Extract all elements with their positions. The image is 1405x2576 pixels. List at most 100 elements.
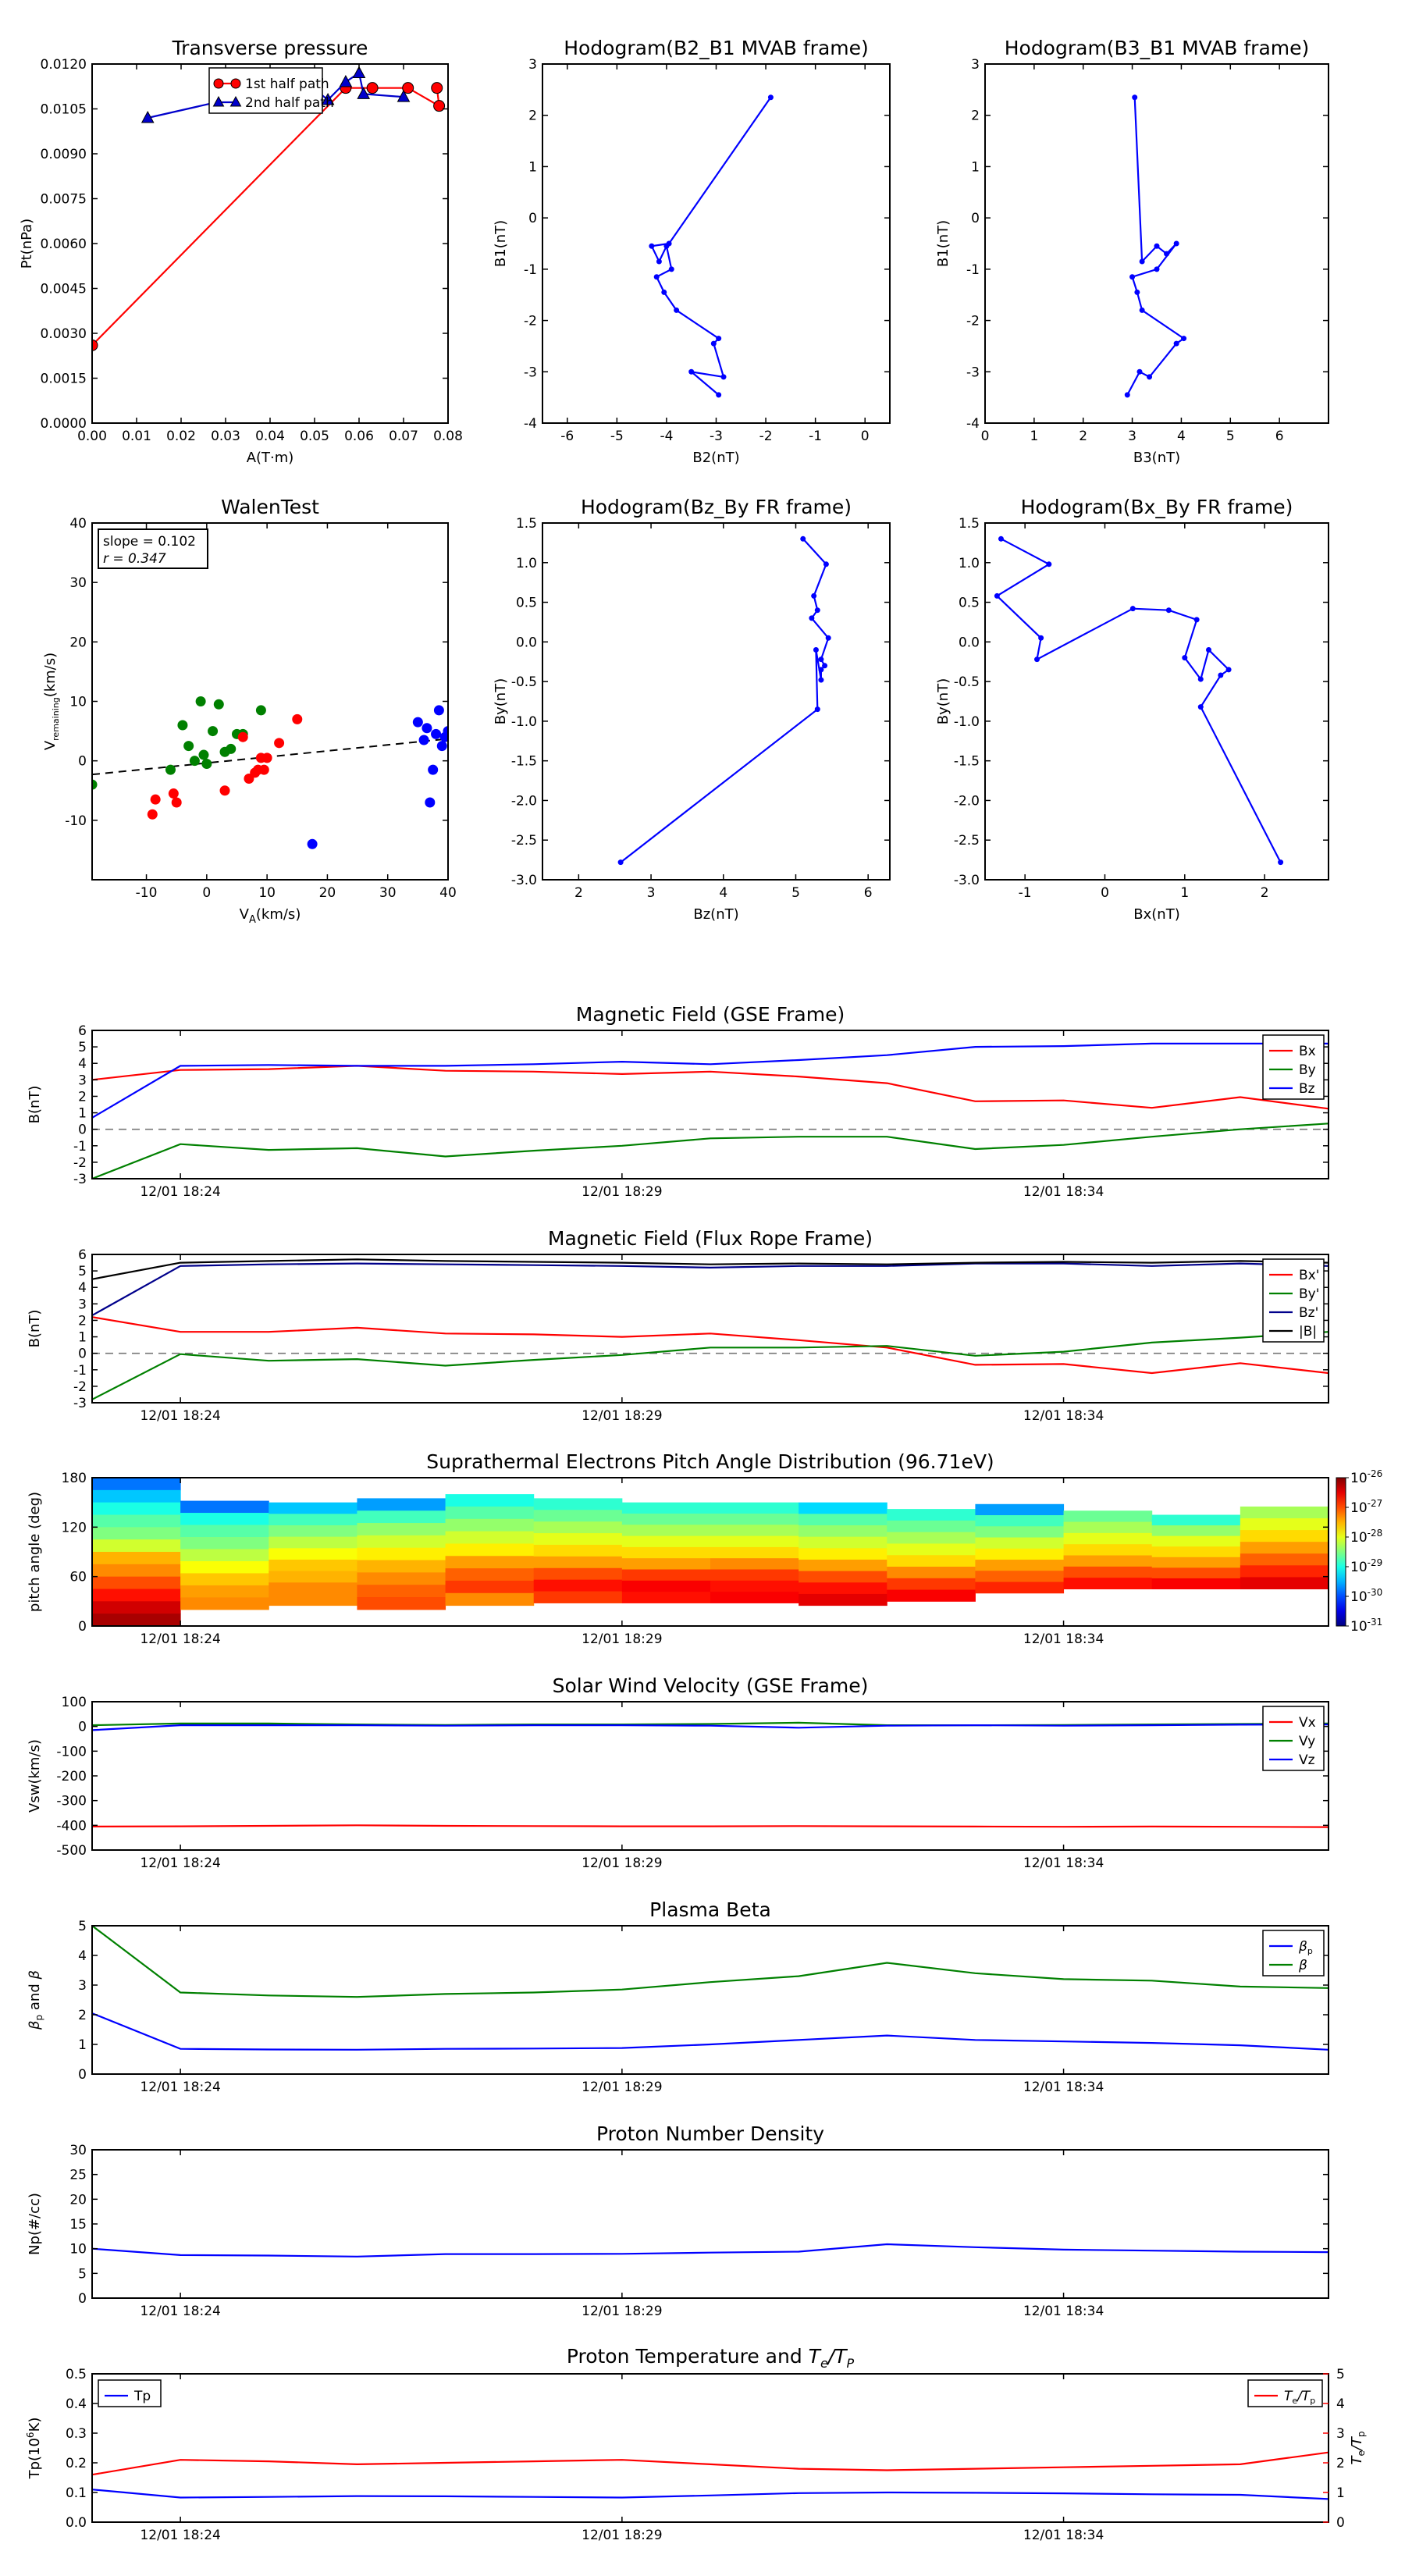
x-axis-label: VA(km/s) (240, 906, 301, 926)
x-tick-label: -4 (660, 429, 673, 444)
chart-title: WalenTest (221, 496, 319, 518)
y-axis-label: B(nT) (27, 1310, 43, 1348)
x-tick-label: -1 (1019, 885, 1032, 901)
heatmap-cell (975, 1560, 1065, 1571)
heatmap-cell (975, 1537, 1065, 1550)
heatmap-cell (445, 1568, 535, 1582)
y-tick-label: 10 (69, 695, 87, 710)
y-tick-label: 0.0105 (41, 102, 87, 118)
y-tick-label: 0.0 (66, 2515, 87, 2531)
heatmap-cell (533, 1579, 623, 1592)
y-tick-label: -400 (56, 1818, 87, 1834)
y-tick-label: 1.0 (959, 556, 980, 571)
plot-area (92, 2243, 1329, 2258)
y-tick-label: 0.0030 (41, 326, 87, 342)
x-tick-label: 0 (202, 885, 211, 901)
panel-h4: Hodogram(Bx_By FR frame) -1 0 1 2 -3.0 -2.5 -2.… (935, 496, 1329, 923)
y-axis-label: Np(#/cc) (27, 2193, 43, 2255)
y-tick-label: 0 (78, 1720, 87, 1735)
legend-label: Vz (1299, 1752, 1315, 1768)
y-axis-label: βp and β (27, 1970, 44, 2030)
series-h4-0-line (995, 538, 1282, 863)
heatmap-cell (621, 1592, 711, 1603)
heatmap-cell (799, 1502, 887, 1514)
colorbar-tick-label: 10-27 (1350, 1498, 1382, 1516)
y-tick-label: 2 (78, 1313, 87, 1329)
data-point (811, 592, 817, 599)
heatmap-cell (1240, 1565, 1329, 1578)
plot-area (617, 535, 831, 866)
data-point (274, 738, 285, 749)
x-tick-label: 12/01 18:24 (140, 1631, 220, 1647)
x-tick-label: 0.04 (255, 429, 285, 444)
y-right-tick-label: 3 (1336, 2426, 1345, 2442)
x-tick-label: 0 (981, 429, 990, 444)
data-point (183, 741, 194, 752)
label-part: 10 (1350, 1560, 1368, 1575)
heatmap-cell (799, 1525, 887, 1538)
x-tick-label: 0.08 (433, 429, 463, 444)
heatmap-cell (180, 1537, 269, 1550)
figure-canvas: Transverse pressure0.00 0.01 0.02 0.03 0.04 0… (19, 37, 1382, 2543)
y-tick-label: 1.5 (516, 516, 537, 532)
data-point (1132, 94, 1138, 101)
heatmap-cell (180, 1560, 269, 1574)
y-tick-label: 1.0 (516, 556, 537, 571)
heatmap-cell (269, 1571, 357, 1583)
plot-area (1124, 94, 1187, 398)
data-point (422, 723, 432, 734)
x-tick-label: 1 (1030, 429, 1038, 444)
data-point (1147, 374, 1153, 380)
x-tick-label: 12/01 18:29 (582, 1631, 662, 1647)
heatmap-cell (269, 1536, 357, 1549)
legend-label: Bz' (1299, 1305, 1318, 1321)
heatmap-cell (1151, 1535, 1241, 1547)
data-point (800, 535, 806, 542)
y-tick-label: 5 (78, 1919, 87, 1934)
y-tick-label: -3.0 (511, 873, 537, 888)
data-point (661, 289, 667, 295)
y-tick-label: 0 (78, 1347, 87, 1362)
y-tick-label: 1 (78, 1106, 87, 1122)
heatmap-cell (975, 1548, 1065, 1560)
y-tick-label: 4 (78, 1280, 87, 1296)
legend-label: 1st half path (245, 76, 329, 92)
heatmap-cell (92, 1601, 181, 1614)
chart-title: Solar Wind Velocity (GSE Frame) (553, 1674, 869, 1697)
x-tick-label: 5 (791, 885, 800, 901)
heatmap-cell (533, 1510, 623, 1522)
colorbar-tick-label: 10-28 (1350, 1528, 1382, 1546)
legend-label: Vx (1299, 1715, 1316, 1731)
x-tick-label: 2 (1079, 429, 1087, 444)
data-point (1164, 251, 1170, 257)
legend-marker (213, 78, 224, 89)
x-tick-label: 6 (1275, 429, 1284, 444)
series-Bx-line (92, 1316, 1329, 1375)
y-axis-label: By(nT) (935, 678, 951, 724)
annotation-r: r = 0.347 (103, 551, 166, 567)
x-tick-label: 12/01 18:24 (140, 1184, 220, 1200)
y-tick-label: 180 (62, 1471, 87, 1486)
heatmap-cell (180, 1525, 269, 1538)
panel-pad: Suprathermal Electrons Pitch Angle Distr… (27, 1450, 1382, 1647)
label-sup: -28 (1368, 1528, 1383, 1539)
plot-area (92, 2451, 1329, 2500)
heatmap-cell (533, 1567, 623, 1581)
data-point (818, 656, 824, 663)
y-tick-label: 120 (62, 1520, 87, 1535)
data-point (255, 705, 266, 716)
x-tick-label: 12/01 18:34 (1023, 1631, 1104, 1647)
legend-marker (230, 78, 241, 89)
heatmap-cell (1063, 1578, 1153, 1589)
heatmap-cell (533, 1533, 623, 1546)
series-p-line (92, 2012, 1329, 2051)
legend-label: By (1299, 1062, 1316, 1078)
heatmap-cell (1151, 1557, 1241, 1568)
data-point (716, 336, 722, 342)
y-tick-label: 40 (69, 516, 87, 532)
data-point (710, 340, 717, 347)
chart-title: Suprathermal Electrons Pitch Angle Distr… (426, 1450, 994, 1473)
y-tick-label: 1 (78, 2037, 87, 2053)
x-tick-label: 2 (1261, 885, 1269, 901)
y-tick-label: 2 (971, 109, 980, 124)
